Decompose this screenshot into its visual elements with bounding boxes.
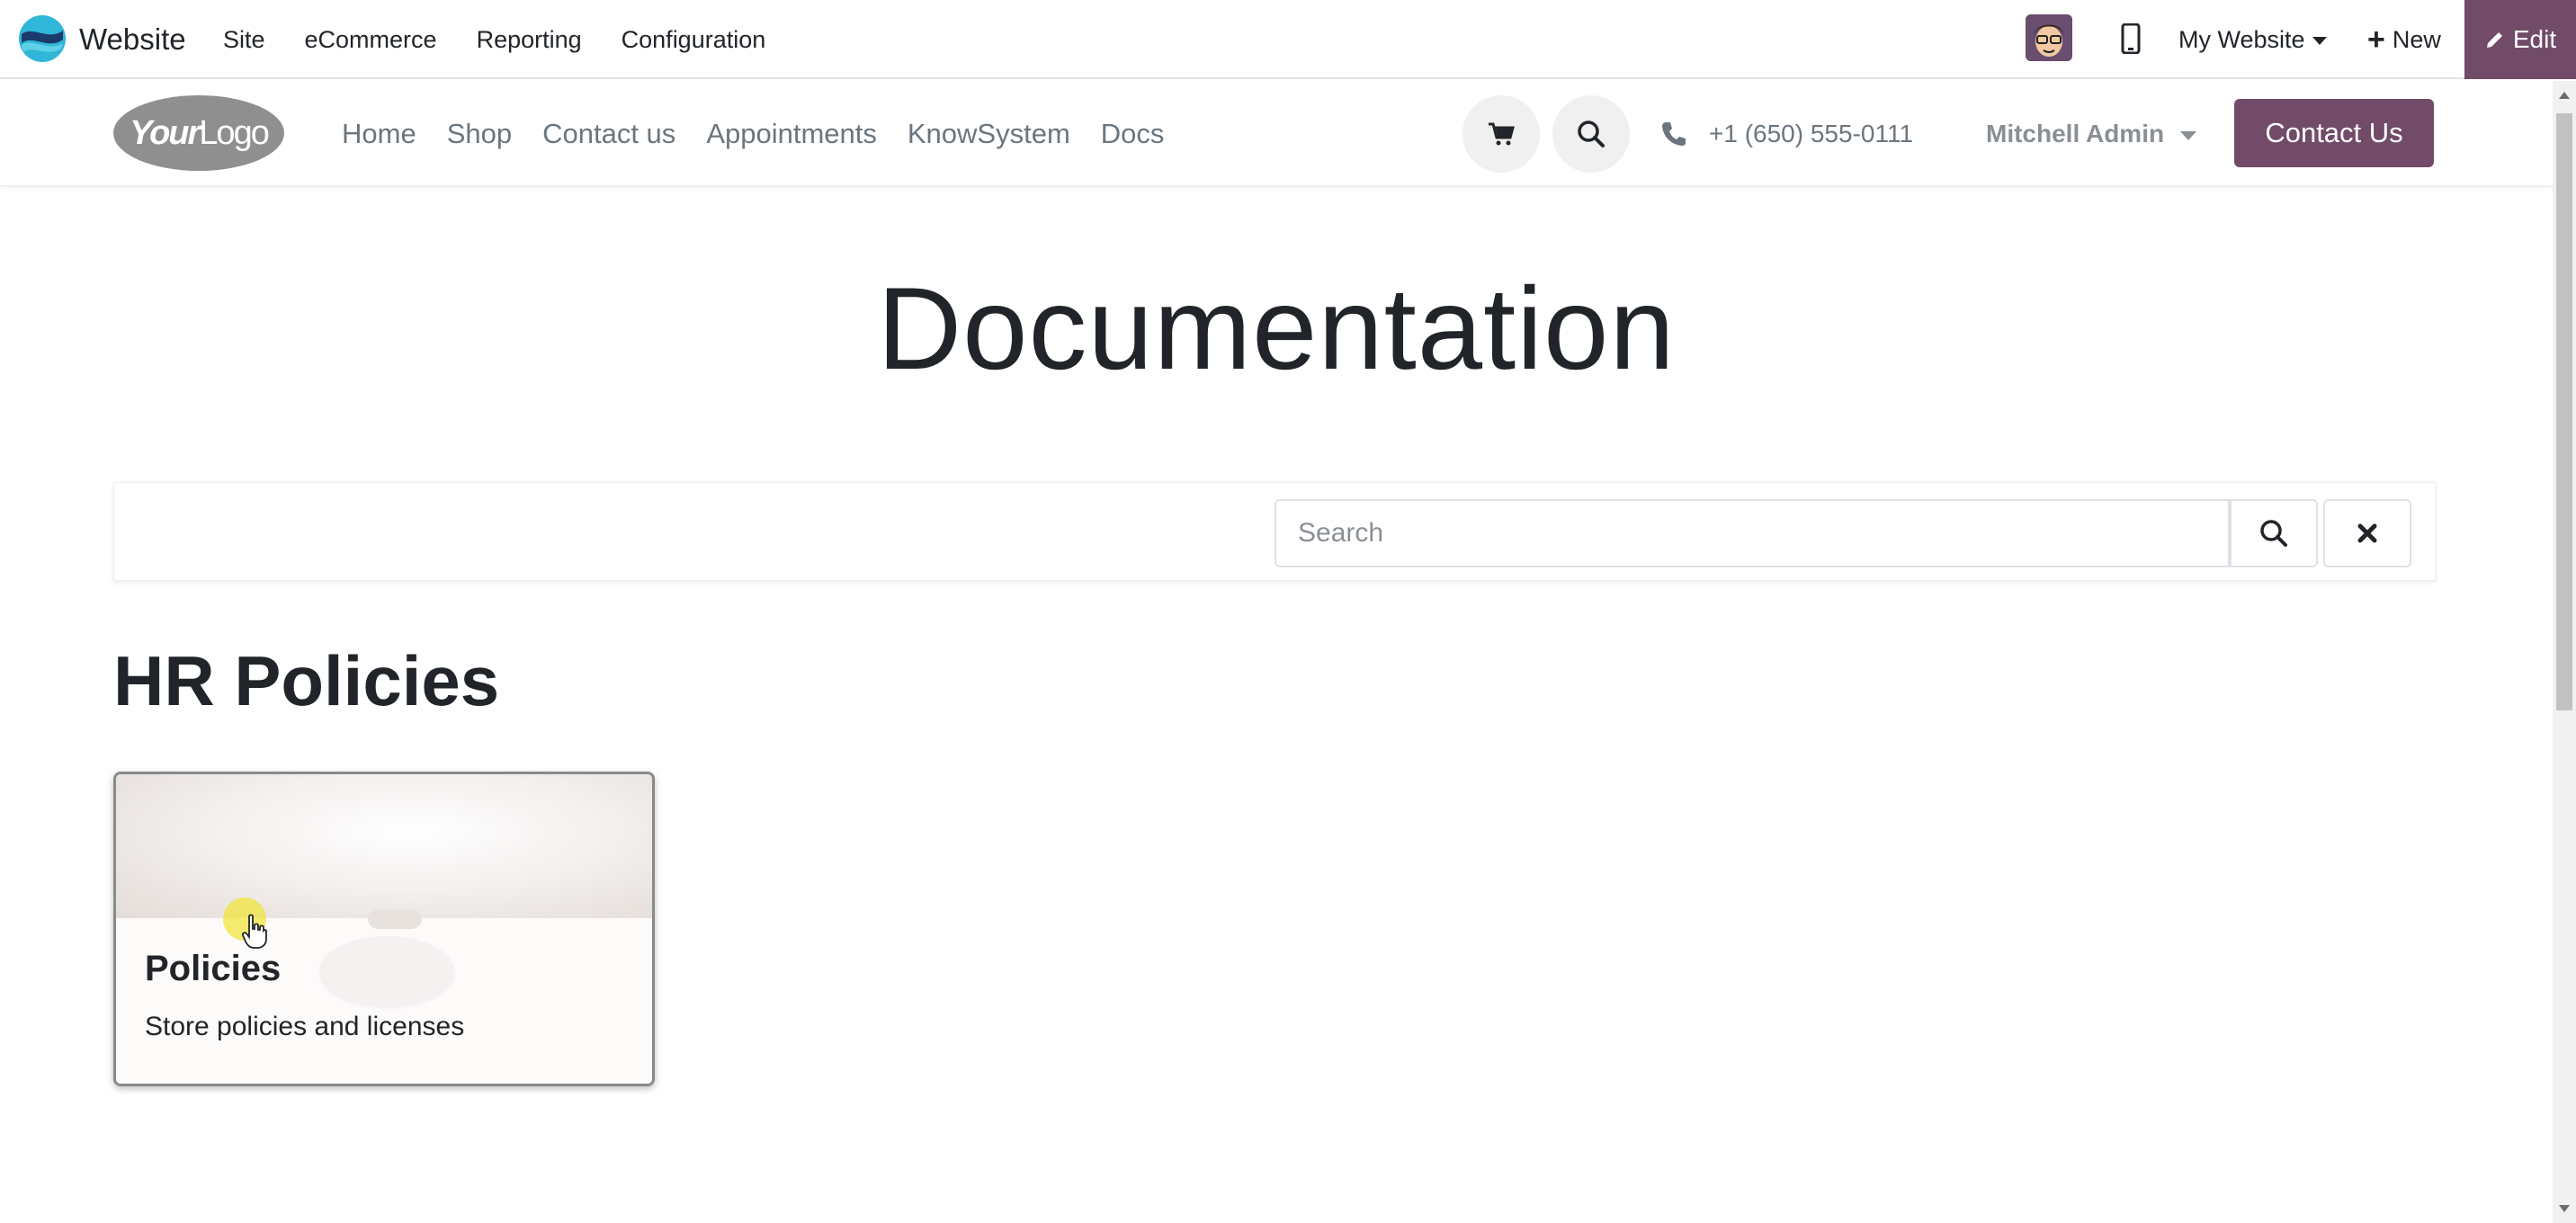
page-scrollbar[interactable] xyxy=(2553,81,2576,1223)
header-search-button[interactable] xyxy=(1552,95,1630,173)
search-icon xyxy=(1578,121,1605,147)
close-icon xyxy=(2357,523,2377,543)
search-input[interactable] xyxy=(1275,499,2230,567)
edit-button[interactable]: Edit xyxy=(2464,0,2576,79)
caret-down-icon xyxy=(2312,37,2327,46)
admin-topbar: Website Site eCommerce Reporting Configu… xyxy=(0,0,2576,79)
nav-knowsystem[interactable]: KnowSystem xyxy=(908,81,1070,187)
nav-shop[interactable]: Shop xyxy=(447,81,512,187)
logo-text-bold: Your xyxy=(130,113,201,152)
hand-cursor-icon xyxy=(241,914,267,949)
card-title: Policies xyxy=(145,949,282,988)
admin-menu: Site eCommerce Reporting Configuration xyxy=(223,0,805,79)
menu-reporting[interactable]: Reporting xyxy=(477,0,582,79)
caret-down-icon xyxy=(2180,130,2197,140)
scroll-thumb[interactable] xyxy=(2556,113,2572,710)
menu-configuration[interactable]: Configuration xyxy=(622,0,766,79)
clear-search-button[interactable] xyxy=(2323,499,2411,567)
card-image-decoration xyxy=(319,936,454,1006)
site-nav: Home Shop Contact us Appointments KnowSy… xyxy=(342,81,1194,187)
section-title: HR Policies xyxy=(113,641,500,720)
scroll-down-arrow-icon[interactable] xyxy=(2559,1205,2570,1212)
website-header: Your Logo Home Shop Contact us Appointmen… xyxy=(0,81,2553,187)
mobile-preview-icon[interactable] xyxy=(2121,23,2141,54)
category-card[interactable]: Policies Store policies and licenses xyxy=(113,772,655,1086)
contact-us-button[interactable]: Contact Us xyxy=(2234,99,2434,167)
phone-icon xyxy=(1662,122,1686,146)
user-avatar[interactable] xyxy=(2026,14,2072,61)
nav-docs[interactable]: Docs xyxy=(1101,81,1165,187)
website-selector[interactable]: My Website xyxy=(2178,0,2327,79)
nav-home[interactable]: Home xyxy=(342,81,416,187)
pencil-icon xyxy=(2486,32,2502,48)
site-logo[interactable]: Your Logo xyxy=(113,95,284,171)
new-button[interactable]: + New xyxy=(2367,0,2441,79)
card-image xyxy=(116,774,652,918)
nav-appointments[interactable]: Appointments xyxy=(706,81,877,187)
user-name: Mitchell Admin xyxy=(1986,120,2165,147)
app-name[interactable]: Website xyxy=(79,0,186,79)
search-icon xyxy=(2260,520,2287,547)
menu-site[interactable]: Site xyxy=(223,0,265,79)
search-submit-button[interactable] xyxy=(2230,499,2318,567)
nav-contact-us[interactable]: Contact us xyxy=(542,81,675,187)
menu-ecommerce[interactable]: eCommerce xyxy=(305,0,437,79)
new-label: New xyxy=(2392,26,2441,53)
user-menu[interactable]: Mitchell Admin xyxy=(1986,81,2197,187)
website-selector-label: My Website xyxy=(2178,26,2305,53)
logo-text: Logo xyxy=(199,113,270,152)
search-panel xyxy=(113,482,2436,581)
avatar-face-icon xyxy=(2026,14,2072,61)
plus-icon: + xyxy=(2367,22,2385,57)
cart-button[interactable] xyxy=(1462,95,1540,173)
cart-icon xyxy=(1489,122,1515,146)
edit-label: Edit xyxy=(2512,25,2557,53)
page-title: Documentation xyxy=(877,263,1676,394)
scroll-up-arrow-icon[interactable] xyxy=(2559,92,2570,99)
card-image-decoration xyxy=(368,909,422,929)
card-description: Store policies and licenses xyxy=(145,1012,465,1041)
phone-number[interactable]: +1 (650) 555-0111 xyxy=(1709,81,1913,187)
website-app-icon[interactable] xyxy=(18,14,67,63)
